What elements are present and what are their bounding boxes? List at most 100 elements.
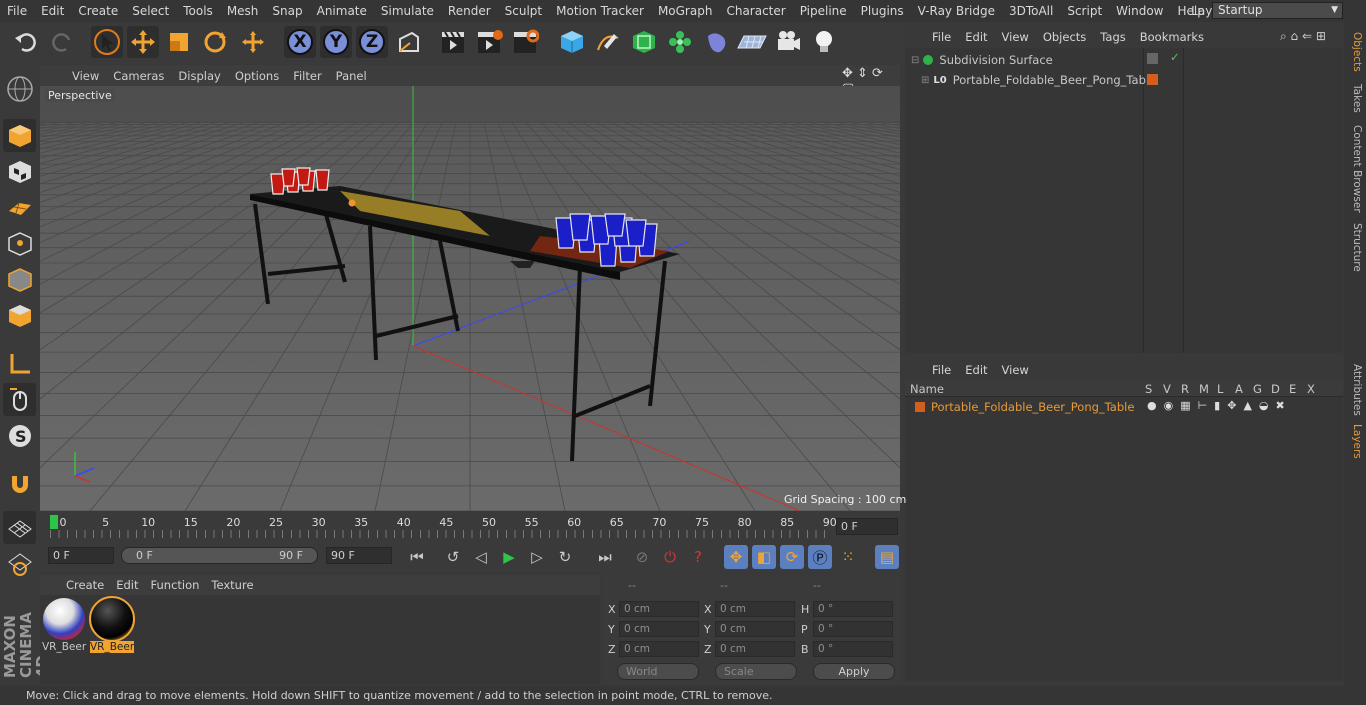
material-swatch-selected[interactable]: VR_Beer — [89, 596, 135, 656]
viewport-menu-panel[interactable]: Panel — [329, 69, 374, 83]
menu-pipeline[interactable]: Pipeline — [793, 4, 854, 18]
tab-takes[interactable]: Takes — [1347, 82, 1363, 114]
coordinate-system-button[interactable] — [393, 26, 425, 58]
viewport-menu-view[interactable]: View — [65, 69, 106, 83]
snap-button[interactable] — [3, 467, 36, 500]
world-select[interactable]: World — [617, 663, 699, 680]
make-editable-button[interactable] — [3, 72, 36, 105]
timeline[interactable]: 0 5 10 15 20 25 30 35 40 45 50 55 60 65 70 75 80 85 90 0 F — [40, 512, 900, 540]
menu-mograph[interactable]: MoGraph — [651, 4, 720, 18]
apply-button[interactable]: Apply — [813, 663, 895, 680]
key-position-button[interactable]: ✥ — [724, 545, 748, 569]
lm-menu-edit[interactable]: Edit — [958, 363, 994, 377]
size-z-field[interactable]: 0 cm — [715, 641, 795, 657]
tab-layers[interactable]: Layers — [1347, 422, 1363, 460]
menu-tools[interactable]: Tools — [176, 4, 220, 18]
edges-mode-button[interactable] — [3, 263, 36, 296]
menu-window[interactable]: Window — [1109, 4, 1170, 18]
solo-button[interactable]: S — [3, 419, 36, 452]
texture-mode-button[interactable] — [3, 155, 36, 188]
object-row[interactable]: ⊞ L0 Portable_Foldable_Beer_Pong_Table — [921, 73, 1156, 87]
menu-vray-bridge[interactable]: V-Ray Bridge — [911, 4, 1002, 18]
layer-flags-icons[interactable]: ●◉▦⊢▮✥▲◒✖ — [1147, 399, 1292, 412]
size-x-field[interactable]: 0 cm — [715, 601, 795, 617]
timeline-playhead[interactable] — [50, 515, 58, 529]
key-pla-button[interactable]: ⁙ — [836, 545, 860, 569]
keyframe-selection-button[interactable]: ? — [686, 545, 710, 569]
menu-simulate[interactable]: Simulate — [374, 4, 441, 18]
tweak-mode-button[interactable] — [3, 383, 36, 416]
menu-edit[interactable]: Edit — [34, 4, 71, 18]
light-button[interactable] — [808, 26, 840, 58]
menu-file[interactable]: File — [0, 4, 34, 18]
viewport-menu-display[interactable]: Display — [171, 69, 227, 83]
y-axis-button[interactable]: Y — [320, 26, 352, 58]
prev-key-button[interactable]: ↺ — [441, 545, 465, 569]
points-mode-button[interactable] — [3, 227, 36, 260]
object-row[interactable]: ⊟ Subdivision Surface — [911, 53, 1053, 67]
cube-object-button[interactable] — [556, 26, 588, 58]
tab-objects[interactable]: Objects — [1347, 32, 1363, 72]
rotation-p-field[interactable]: 0 ° — [813, 621, 893, 637]
material-menu-texture[interactable]: Texture — [205, 578, 259, 592]
editor-visibility-icon[interactable] — [1147, 53, 1158, 64]
menu-script[interactable]: Script — [1060, 4, 1109, 18]
material-menu-create[interactable]: Create — [60, 578, 110, 592]
om-menu-view[interactable]: View — [995, 30, 1036, 44]
cloner-button[interactable] — [664, 26, 696, 58]
recent-tool-button[interactable] — [237, 26, 269, 58]
key-scale-button[interactable]: ◧ — [752, 545, 776, 569]
frame-range-slider[interactable]: 0 F 90 F — [121, 547, 318, 564]
check-icon[interactable]: ✓ — [1170, 50, 1180, 64]
next-frame-button[interactable]: ▷ — [525, 545, 549, 569]
om-menu-bookmarks[interactable]: Bookmarks — [1133, 30, 1211, 44]
lm-menu-file[interactable]: File — [925, 363, 958, 377]
camera-button[interactable] — [772, 26, 804, 58]
viewport-menu-options[interactable]: Options — [228, 69, 286, 83]
render-to-picture-viewer-button[interactable] — [473, 26, 505, 58]
autokey-button[interactable]: ⏻ — [658, 545, 682, 569]
render-settings-button[interactable] — [509, 26, 541, 58]
next-key-button[interactable]: ↻ — [553, 545, 577, 569]
go-to-end-button[interactable]: ⏭ — [593, 545, 617, 569]
om-search-icons[interactable]: ⌕ ⌂ ⇐ ⊞ — [1273, 29, 1333, 44]
position-y-field[interactable]: 0 cm — [619, 621, 699, 637]
record-keys-button[interactable]: ⊘ — [630, 545, 654, 569]
z-axis-button[interactable]: Z — [356, 26, 388, 58]
render-view-button[interactable] — [437, 26, 469, 58]
redo-button[interactable] — [46, 26, 78, 58]
menu-sculpt[interactable]: Sculpt — [498, 4, 549, 18]
rotation-h-field[interactable]: 0 ° — [813, 601, 893, 617]
end-frame-field[interactable]: 90 F — [326, 547, 392, 564]
deformer-button[interactable] — [700, 26, 732, 58]
play-button[interactable]: ▶ — [497, 545, 521, 569]
scale-tool-button[interactable] — [163, 26, 195, 58]
position-x-field[interactable]: 0 cm — [619, 601, 699, 617]
menu-select[interactable]: Select — [125, 4, 176, 18]
key-rotation-button[interactable]: ⟳ — [780, 545, 804, 569]
polygons-mode-button[interactable] — [3, 299, 36, 332]
workplane-lock-button[interactable] — [3, 511, 36, 544]
scale-select[interactable]: Scale — [715, 663, 797, 680]
menu-3dtoall[interactable]: 3DToAll — [1002, 4, 1060, 18]
tab-structure[interactable]: Structure — [1347, 222, 1363, 272]
viewport-menu-cameras[interactable]: Cameras — [106, 69, 171, 83]
key-parameter-button[interactable]: Ⓟ — [808, 545, 832, 569]
menu-mesh[interactable]: Mesh — [220, 4, 266, 18]
rotate-tool-button[interactable] — [199, 26, 231, 58]
menu-render[interactable]: Render — [441, 4, 498, 18]
tab-content-browser[interactable]: Content Browser — [1347, 124, 1363, 214]
3d-viewport[interactable] — [40, 86, 900, 511]
om-menu-edit[interactable]: Edit — [958, 30, 994, 44]
go-to-start-button[interactable]: ⏮ — [405, 545, 429, 569]
workplane-button[interactable] — [3, 191, 36, 224]
material-menu-function[interactable]: Function — [145, 578, 206, 592]
model-mode-button[interactable] — [3, 119, 36, 152]
menu-create[interactable]: Create — [71, 4, 125, 18]
move-tool-button[interactable] — [127, 26, 159, 58]
axis-mode-button[interactable] — [3, 347, 36, 380]
om-menu-objects[interactable]: Objects — [1036, 30, 1093, 44]
material-swatch[interactable]: VR_Beer — [42, 598, 86, 656]
subdivision-surface-button[interactable] — [628, 26, 660, 58]
start-frame-field[interactable]: 0 F — [48, 547, 114, 564]
